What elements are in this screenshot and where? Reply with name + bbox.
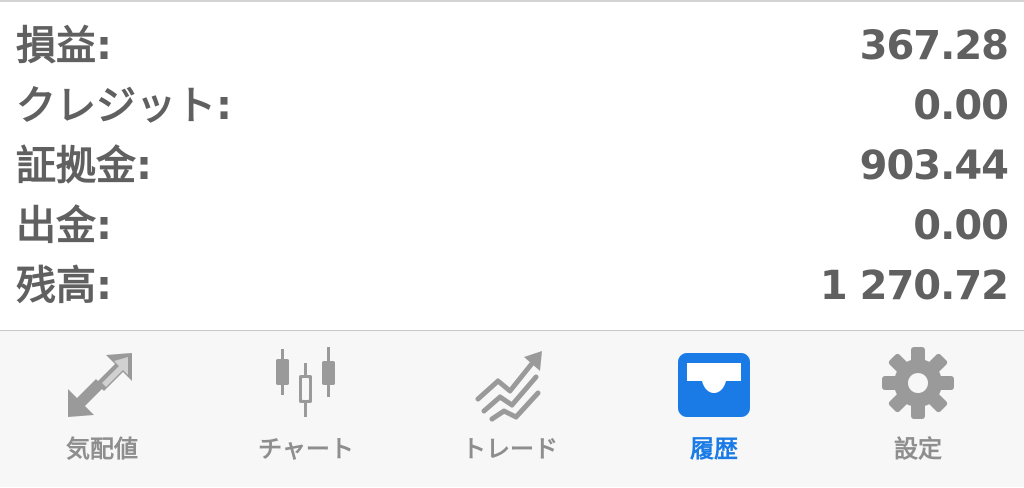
trade-trend-icon (470, 345, 550, 425)
tab-settings-label: 設定 (894, 435, 942, 463)
summary-row-margin: 証拠金: 903.44 (0, 136, 1024, 196)
withdrawal-value: 0.00 (913, 203, 1009, 249)
tab-chart[interactable]: チャート (204, 331, 408, 488)
summary-row-credit: クレジット: 0.00 (0, 76, 1024, 136)
withdrawal-label: 出金: (16, 203, 112, 249)
tab-chart-label: チャート (258, 435, 354, 463)
gear-icon (878, 345, 958, 425)
tab-history[interactable]: 履歴 (612, 331, 816, 488)
margin-label: 証拠金: (16, 143, 152, 189)
candlestick-chart-icon (266, 345, 346, 425)
summary-row-withdrawal: 出金: 0.00 (0, 196, 1024, 256)
tab-quotes[interactable]: 気配値 (0, 331, 204, 488)
profit-value: 367.28 (859, 23, 1009, 69)
tab-trade[interactable]: トレード (408, 331, 612, 488)
balance-label: 残高: (16, 263, 112, 309)
profit-label: 損益: (16, 23, 112, 69)
credit-value: 0.00 (913, 83, 1009, 129)
tab-quotes-label: 気配値 (66, 435, 138, 463)
summary-row-profit: 損益: 367.28 (0, 16, 1024, 76)
tab-settings[interactable]: 設定 (816, 331, 1020, 488)
account-summary: 損益: 367.28 クレジット: 0.00 証拠金: 903.44 出金: 0… (0, 2, 1024, 330)
quotes-arrows-icon (62, 345, 142, 425)
tab-history-label: 履歴 (690, 435, 738, 463)
bottom-tab-bar: 気配値 チャート トレード 履歴 設定 (0, 330, 1024, 487)
summary-row-balance: 残高: 1 270.72 (0, 256, 1024, 316)
history-tray-icon (674, 345, 754, 425)
balance-value: 1 270.72 (819, 263, 1009, 309)
credit-label: クレジット: (16, 83, 232, 129)
tab-trade-label: トレード (462, 435, 558, 463)
margin-value: 903.44 (859, 143, 1009, 189)
